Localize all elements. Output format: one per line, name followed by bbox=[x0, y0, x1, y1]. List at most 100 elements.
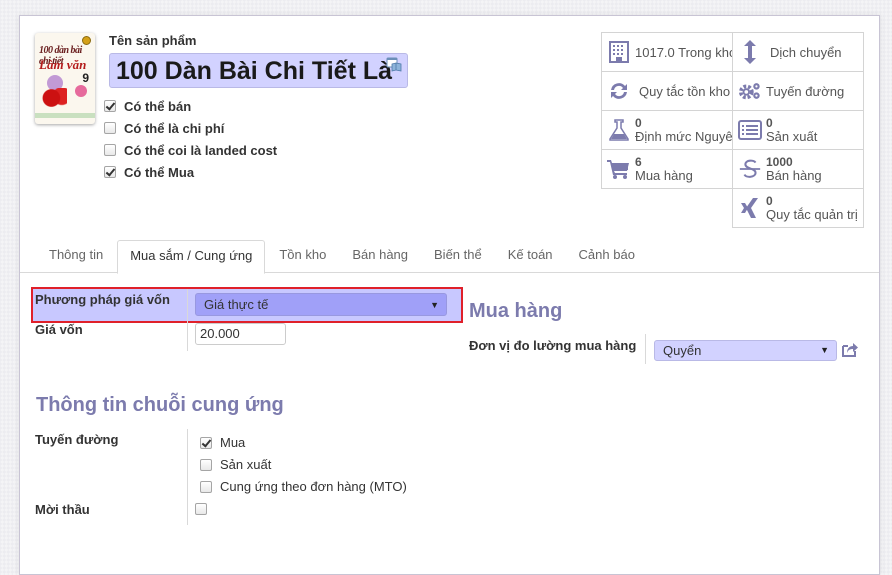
flower-decoration bbox=[41, 88, 67, 108]
governance-rules-count: 0 bbox=[766, 194, 773, 208]
purchase-uom-select[interactable]: Quyển ▼ bbox=[654, 340, 837, 361]
option-can-be-purchased[interactable]: Có thể Mua bbox=[104, 161, 277, 183]
moves-label: Dịch chuyển bbox=[770, 44, 842, 60]
route-label: Sản xuất bbox=[220, 457, 272, 472]
tender-label: Mời thầu bbox=[35, 502, 90, 517]
xing-icon bbox=[738, 196, 762, 220]
field-separator bbox=[645, 334, 646, 364]
product-form-sheet: 100 dàn bài chi tiết Làm văn 9 Tên sản p… bbox=[19, 15, 880, 575]
checkbox-can-be-sold[interactable] bbox=[104, 100, 116, 112]
tab-warnings[interactable]: Cảnh báo bbox=[567, 240, 647, 273]
bom-count: 0 bbox=[635, 116, 642, 130]
route-label: Mua bbox=[220, 435, 246, 450]
sales-text: 1000 Bán hàng bbox=[766, 155, 822, 183]
bom-button[interactable]: 0 Định mức Nguyên bbox=[601, 110, 733, 150]
cost-price-label: Giá vốn bbox=[35, 322, 83, 337]
external-link-icon[interactable] bbox=[841, 342, 858, 357]
manufacturing-text: 0 Sản xuất bbox=[766, 116, 817, 144]
bom-label: Định mức Nguyên bbox=[635, 129, 733, 144]
bom-text: 0 Định mức Nguyên bbox=[635, 116, 733, 144]
checkbox-can-be-expensed[interactable] bbox=[104, 122, 116, 134]
cover-number: 9 bbox=[82, 71, 89, 85]
product-image[interactable]: 100 dàn bài chi tiết Làm văn 9 bbox=[35, 33, 95, 124]
list-alt-icon bbox=[738, 118, 762, 142]
routes-label: Tuyến đường bbox=[35, 432, 119, 447]
tab-procurement[interactable]: Mua sắm / Cung ứng bbox=[117, 240, 266, 274]
smart-buttons: 1017.0 Trong kho Dịch chuyển Quy tắc tồn… bbox=[601, 32, 864, 228]
option-can-be-sold[interactable]: Có thể bán bbox=[104, 95, 277, 117]
notebook-tabs: Thông tin Mua sắm / Cung ứng Tồn kho Bán… bbox=[20, 240, 879, 274]
tab-general-info[interactable]: Thông tin bbox=[37, 240, 115, 273]
shopping-cart-icon bbox=[607, 157, 631, 181]
sales-count: 1000 bbox=[766, 155, 793, 169]
governance-rules-label: Quy tắc quản trị bbox=[766, 207, 858, 222]
field-separator bbox=[187, 289, 188, 351]
flower-decoration bbox=[75, 85, 87, 97]
flask-icon bbox=[607, 118, 631, 142]
route-label: Cung ứng theo đơn hàng (MTO) bbox=[220, 479, 407, 494]
costing-method-value: Giá thực tế bbox=[204, 297, 269, 312]
cost-price-input[interactable]: 20.000 bbox=[195, 323, 286, 345]
tab-accounting[interactable]: Kế toán bbox=[496, 240, 565, 273]
tender-field[interactable] bbox=[195, 503, 215, 515]
caret-down-icon: ▼ bbox=[430, 300, 439, 310]
cover-stripe bbox=[35, 113, 95, 118]
option-label: Có thể bán bbox=[124, 98, 192, 114]
dollar-icon bbox=[738, 157, 762, 181]
cogs-icon bbox=[738, 79, 762, 103]
option-can-be-expensed[interactable]: Có thể là chi phí bbox=[104, 117, 277, 139]
purchase-uom-value: Quyển bbox=[663, 343, 702, 358]
manufacturing-label: Sản xuất bbox=[766, 129, 818, 144]
option-landed-cost[interactable]: Có thể coi là landed cost bbox=[104, 139, 277, 161]
supply-chain-title: Thông tin chuỗi cung ứng bbox=[36, 394, 284, 416]
purchases-count: 6 bbox=[635, 155, 642, 169]
moves-button[interactable]: Dịch chuyển bbox=[732, 32, 864, 72]
tab-variants[interactable]: Biến thể bbox=[422, 240, 494, 273]
checkbox-route-mto[interactable] bbox=[200, 480, 212, 493]
checkbox-route-manufacture[interactable] bbox=[200, 458, 212, 471]
product-options: Có thể bán Có thể là chi phí Có thể coi … bbox=[104, 95, 277, 183]
cover-title-line2: Làm văn bbox=[39, 57, 87, 72]
on-hand-text: 1017.0 Trong kho bbox=[635, 44, 733, 60]
manufacturing-count: 0 bbox=[766, 116, 773, 130]
on-hand-button[interactable]: 1017.0 Trong kho bbox=[601, 32, 733, 72]
checkbox-landed-cost[interactable] bbox=[104, 144, 116, 156]
arrows-vertical-icon bbox=[738, 40, 762, 64]
purchase-section-title: Mua hàng bbox=[469, 300, 563, 322]
route-buy[interactable]: Mua bbox=[200, 435, 245, 450]
checkbox-route-buy[interactable] bbox=[200, 436, 212, 449]
tab-sales[interactable]: Bán hàng bbox=[340, 240, 420, 273]
tab-inventory[interactable]: Tồn kho bbox=[267, 240, 338, 273]
product-name-label: Tên sản phẩm bbox=[109, 33, 197, 48]
routes-label: Tuyến đường bbox=[766, 83, 845, 99]
route-manufacture[interactable]: Sản xuất bbox=[200, 457, 271, 472]
sales-button[interactable]: 1000 Bán hàng bbox=[732, 149, 864, 189]
costing-method-select[interactable]: Giá thực tế ▼ bbox=[195, 293, 447, 316]
option-label: Có thể là chi phí bbox=[124, 120, 225, 136]
reordering-rules-label: Quy tắc tồn kho bbox=[639, 83, 731, 99]
refresh-icon bbox=[607, 79, 631, 103]
purchases-button[interactable]: 6 Mua hàng bbox=[601, 149, 733, 189]
caret-down-icon: ▼ bbox=[820, 345, 829, 355]
empty-cell bbox=[601, 188, 733, 228]
manufacturing-button[interactable]: 0 Sản xuất bbox=[732, 110, 864, 150]
route-mto[interactable]: Cung ứng theo đơn hàng (MTO) bbox=[200, 479, 407, 494]
reordering-rules-button[interactable]: Quy tắc tồn kho bbox=[601, 71, 733, 111]
purchases-label: Mua hàng bbox=[635, 168, 693, 183]
option-label: Có thể coi là landed cost bbox=[124, 142, 278, 158]
checkbox-can-be-purchased[interactable] bbox=[104, 166, 116, 178]
building-icon bbox=[607, 40, 631, 64]
purchase-uom-label: Đơn vị đo lường mua hàng bbox=[469, 338, 637, 353]
product-name-input[interactable]: 100 Dàn Bài Chi Tiết Là bbox=[109, 53, 408, 88]
purchases-text: 6 Mua hàng bbox=[635, 155, 693, 183]
routes-button[interactable]: Tuyến đường bbox=[732, 71, 864, 111]
option-label: Có thể Mua bbox=[124, 164, 195, 180]
governance-rules-text: 0 Quy tắc quản trị bbox=[766, 194, 858, 222]
sun-logo-icon bbox=[82, 36, 91, 45]
sales-label: Bán hàng bbox=[766, 168, 822, 183]
costing-method-label: Phương pháp giá vốn bbox=[35, 292, 170, 307]
field-separator bbox=[187, 429, 188, 525]
governance-rules-button[interactable]: 0 Quy tắc quản trị bbox=[732, 188, 864, 228]
translate-icon[interactable] bbox=[386, 57, 402, 72]
checkbox-tender[interactable] bbox=[195, 503, 207, 515]
